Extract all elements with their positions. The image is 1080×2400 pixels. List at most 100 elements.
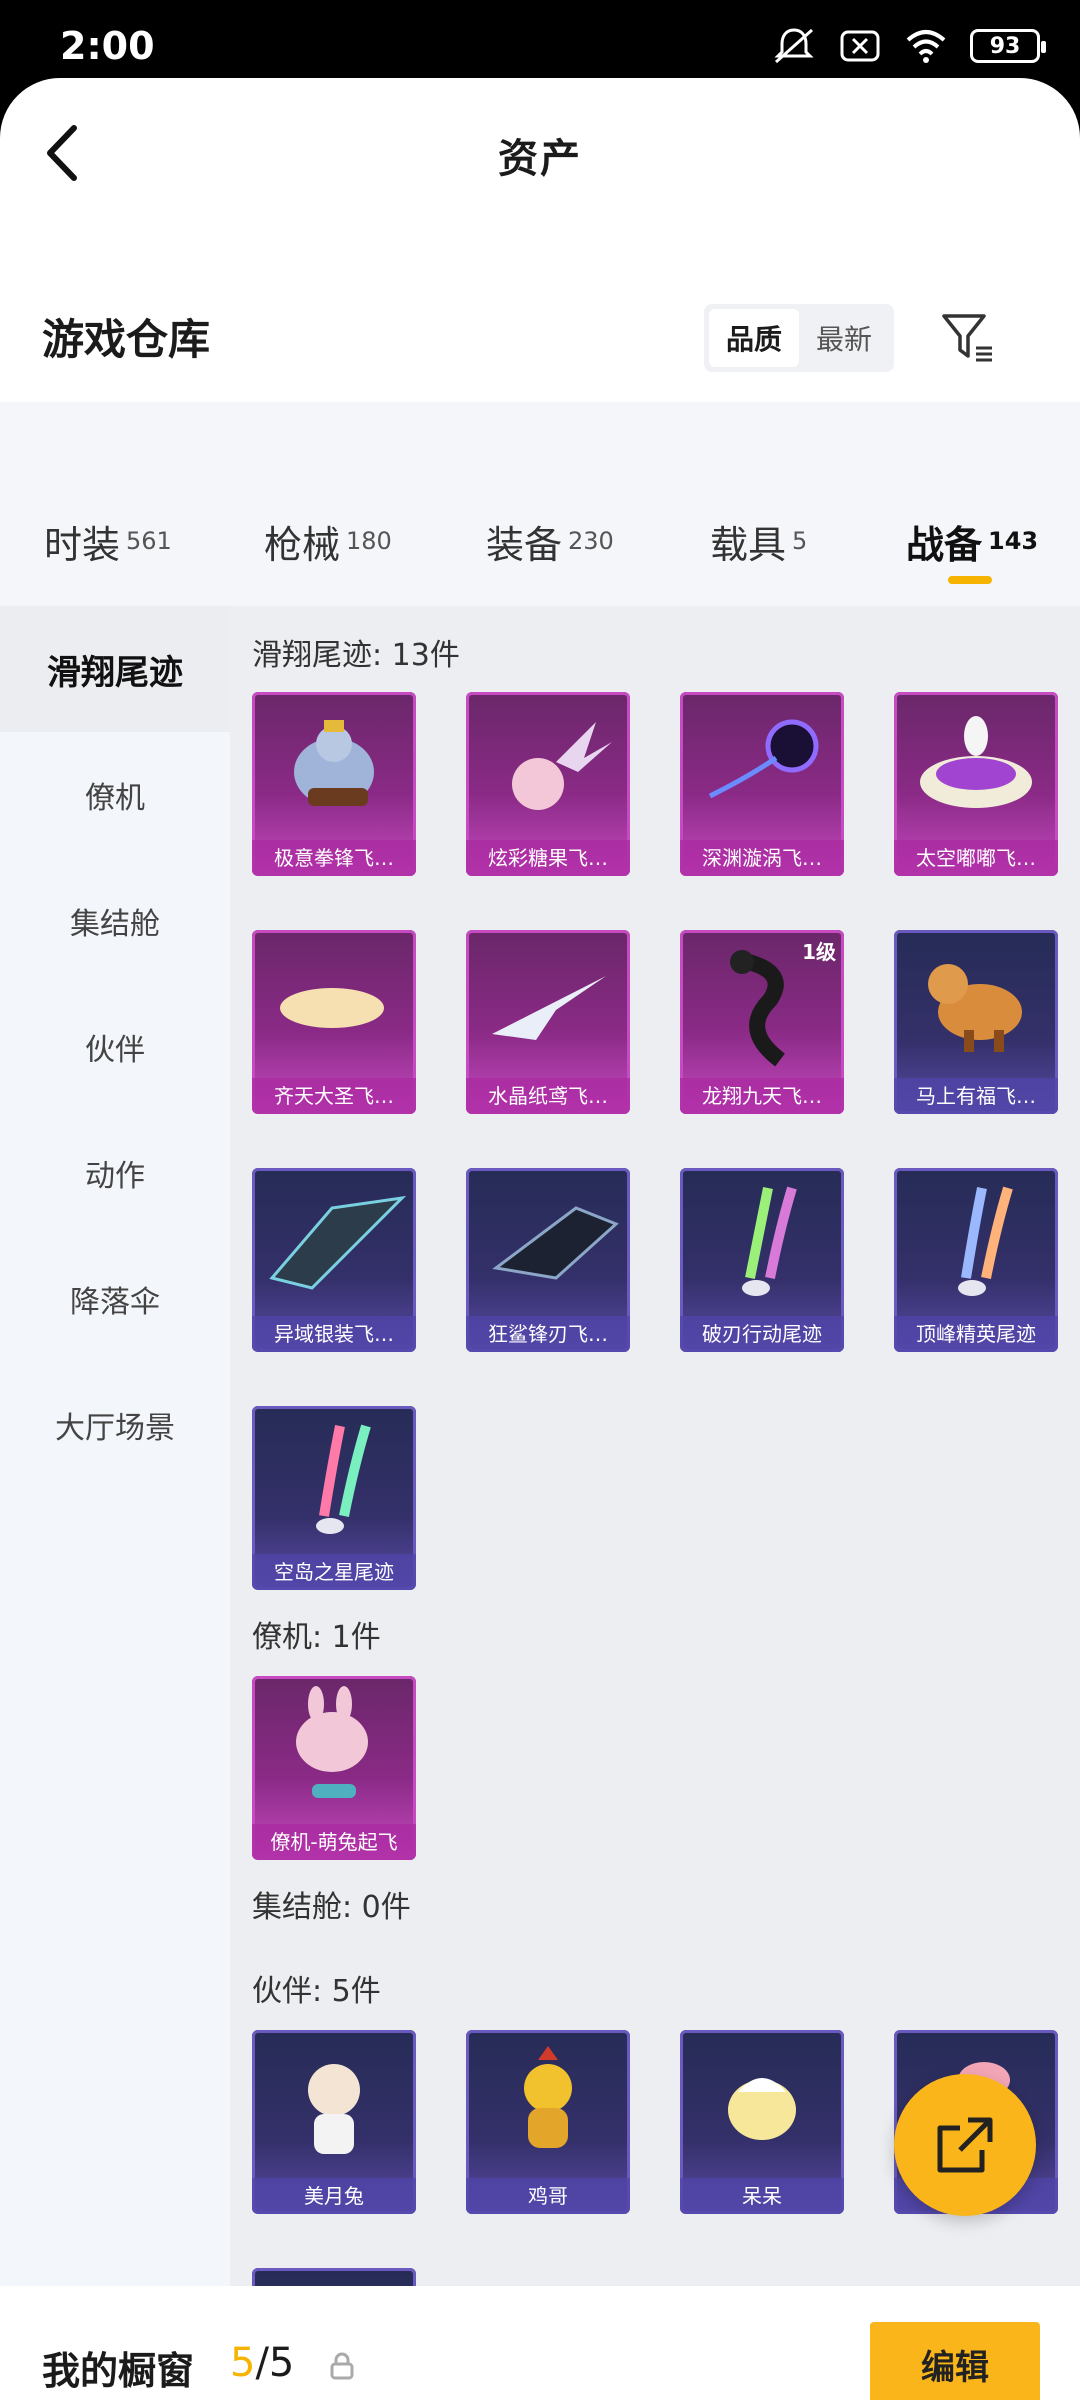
sort-newest-button[interactable]: 最新 (799, 309, 889, 367)
item-card[interactable]: 太空嘟嘟飞… (894, 692, 1058, 876)
sidebar-item-glide-trail[interactable]: 滑翔尾迹 (0, 606, 230, 732)
item-name: 美月兔 (252, 2178, 416, 2214)
item-thumbnail (492, 1206, 619, 1280)
item-thumbnail (958, 1186, 1013, 1296)
item-card[interactable] (252, 2268, 416, 2286)
showcase-title: 我的橱窗 (42, 2349, 195, 2393)
item-card[interactable]: 僚机-萌兔起飞 (252, 1676, 416, 1860)
category-tabs: 时装 561 枪械 180 装备 230 载具 5 战备 143 (0, 402, 1080, 606)
section-title-wingman: 僚机: 1件 (252, 1620, 381, 1655)
item-card[interactable]: 深渊漩涡飞… (680, 692, 844, 876)
tab-label: 时装 (44, 523, 121, 567)
item-name: 僚机-萌兔起飞 (252, 1824, 416, 1860)
item-thumbnail (296, 1686, 368, 1798)
showcase-total: /5 (255, 2340, 295, 2386)
item-card[interactable]: 水晶纸鸢飞… (466, 930, 630, 1114)
item-card[interactable]: 极意拳锋飞… (252, 692, 416, 876)
item-thumbnail (524, 2046, 572, 2148)
tab-count: 180 (346, 527, 392, 555)
item-name: 极意拳锋飞… (252, 840, 416, 876)
battery-indicator: 93 (970, 29, 1046, 63)
item-thumbnail (708, 719, 819, 799)
section-title-partner: 伙伴: 5件 (252, 1974, 381, 2009)
lock-icon (330, 2352, 354, 2380)
item-name: 顶峰精英尾迹 (894, 1316, 1058, 1352)
status-icons: 93 (772, 26, 1046, 66)
item-name: 空岛之星尾迹 (252, 1554, 416, 1590)
item-card[interactable]: 顶峰精英尾迹 (894, 1168, 1058, 1352)
tab-label: 枪械 (264, 523, 341, 567)
sidebar-item-lobby-scene[interactable]: 大厅场景 (0, 1362, 230, 1488)
tab-vehicles[interactable]: 载具 5 (710, 514, 807, 569)
item-card[interactable]: 炫彩糖果飞… (466, 692, 630, 876)
sidebar-item-emote[interactable]: 动作 (0, 1110, 230, 1236)
assets-sheet: 资产 游戏仓库 品质 最新 时装 561 枪械 180 装备 230 载具 5 … (0, 78, 1080, 2400)
tab-label: 装备 (486, 523, 563, 567)
item-card[interactable]: 鸡哥 (466, 2030, 630, 2214)
section-title-glide: 滑翔尾迹: 13件 (252, 638, 460, 673)
no-sim-icon (840, 30, 880, 62)
tab-weapons[interactable]: 枪械 180 (264, 514, 392, 569)
item-thumbnail (269, 1195, 407, 1290)
item-thumbnail (728, 2078, 796, 2140)
item-name: 深渊漩涡飞… (680, 840, 844, 876)
sidebar-item-partner[interactable]: 伙伴 (0, 984, 230, 1110)
share-fab[interactable] (894, 2074, 1036, 2216)
item-name: 齐天大圣飞… (252, 1078, 416, 1114)
item-card[interactable]: 空岛之星尾迹 (252, 1406, 416, 1590)
item-name: 水晶纸鸢飞… (466, 1078, 630, 1114)
bottom-bar: 我的橱窗 5/5 编辑 (0, 2286, 1080, 2400)
showcase-count: 5/5 (230, 2340, 294, 2386)
item-thumbnail (742, 1186, 797, 1296)
sort-quality-button[interactable]: 品质 (709, 309, 799, 367)
item-grid-area: 滑翔尾迹: 13件 极意拳锋飞… 炫彩糖果飞… 深渊漩涡飞… 太空嘟嘟飞… 齐天… (230, 606, 1080, 2286)
tab-count: 230 (568, 527, 614, 555)
status-time: 2:00 (60, 24, 155, 68)
item-name: 马上有福飞… (894, 1078, 1058, 1114)
item-name: 鸡哥 (466, 2178, 630, 2214)
item-card[interactable]: 1级 龙翔九天飞… (680, 930, 844, 1114)
item-name: 破刃行动尾迹 (680, 1316, 844, 1352)
top-bar: 资产 (0, 78, 1080, 228)
filter-icon[interactable] (940, 310, 996, 366)
item-card[interactable]: 齐天大圣飞… (252, 930, 416, 1114)
item-name: 太空嘟嘟飞… (894, 840, 1058, 876)
item-name: 呆呆 (680, 2178, 844, 2214)
item-name: 异域银装飞… (252, 1316, 416, 1352)
mute-icon (774, 28, 814, 64)
item-thumbnail (512, 722, 612, 810)
tab-fashion[interactable]: 时装 561 (44, 514, 172, 569)
subcategory-sidebar: 滑翔尾迹 僚机 集结舱 伙伴 动作 降落伞 大厅场景 (0, 606, 230, 2286)
showcase-current: 5 (230, 2340, 256, 2386)
tab-count: 143 (988, 527, 1039, 555)
sidebar-item-pod[interactable]: 集结舱 (0, 858, 230, 984)
tab-count: 561 (126, 527, 172, 555)
item-thumbnail (294, 720, 374, 806)
tab-combat-gear[interactable]: 战备 143 (906, 514, 1038, 569)
sort-toggle: 品质 最新 (704, 304, 894, 372)
section-title-pod: 集结舱: 0件 (252, 1890, 411, 1925)
tab-label: 战备 (906, 523, 983, 567)
item-card[interactable]: 狂鲨锋刃飞… (466, 1168, 630, 1352)
wifi-icon (906, 30, 946, 63)
item-card[interactable]: 呆呆 (680, 2030, 844, 2214)
item-name: 龙翔九天飞… (680, 1078, 844, 1114)
item-card[interactable]: 马上有福飞… (894, 930, 1058, 1114)
item-name: 炫彩糖果飞… (466, 840, 630, 876)
sidebar-item-wingman[interactable]: 僚机 (0, 732, 230, 858)
item-thumbnail (308, 2064, 360, 2154)
status-bar: 2:00 93 (0, 0, 1080, 90)
item-thumbnail (492, 976, 606, 1040)
edit-button[interactable]: 编辑 (870, 2322, 1040, 2400)
item-thumbnail (280, 988, 384, 1028)
item-card[interactable]: 破刃行动尾迹 (680, 1168, 844, 1352)
item-card[interactable]: 异域银装飞… (252, 1168, 416, 1352)
item-thumbnail (316, 1424, 371, 1534)
item-card[interactable]: 美月兔 (252, 2030, 416, 2214)
sidebar-item-parachute[interactable]: 降落伞 (0, 1236, 230, 1362)
item-thumbnail (920, 716, 1032, 808)
page-title: 资产 (498, 136, 582, 182)
tab-equipment[interactable]: 装备 230 (486, 514, 614, 569)
tab-label: 载具 (710, 523, 787, 567)
item-level-badge: 1级 (802, 940, 836, 964)
